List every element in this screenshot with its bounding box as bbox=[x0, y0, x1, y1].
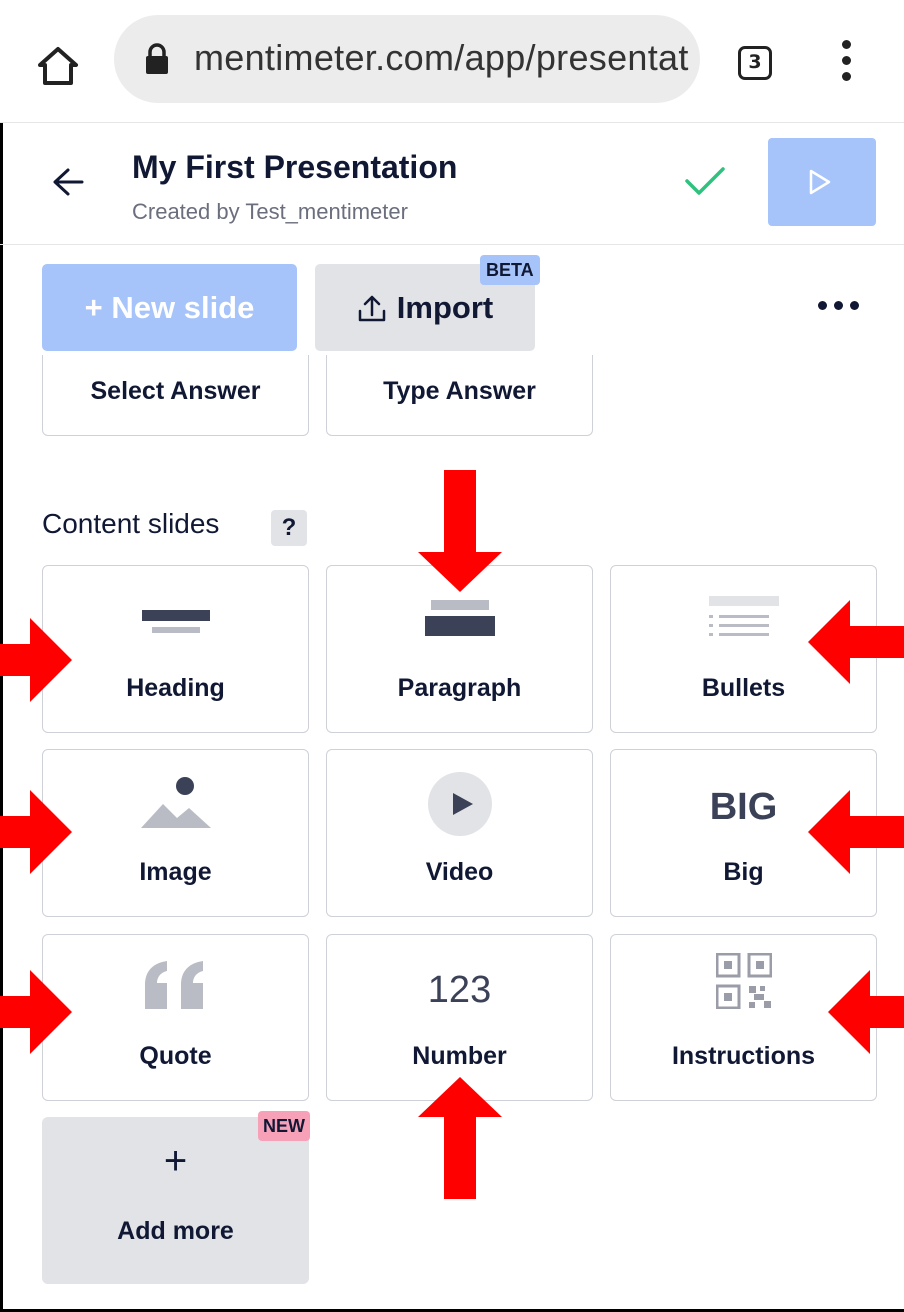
home-icon[interactable] bbox=[36, 44, 80, 88]
annotation-arrow-left-icon bbox=[828, 970, 904, 1054]
present-button[interactable] bbox=[768, 138, 876, 226]
tile-label: Paragraph bbox=[397, 674, 522, 702]
url-text: mentimeter.com/app/presentat bbox=[194, 37, 689, 78]
slide-type-select-answer[interactable]: Select Answer bbox=[42, 355, 309, 436]
slide-type-quote[interactable]: Quote bbox=[42, 934, 309, 1101]
qr-code-icon bbox=[715, 953, 772, 1009]
slide-type-type-answer[interactable]: Type Answer bbox=[326, 355, 593, 436]
beta-badge: BETA bbox=[480, 255, 540, 285]
annotation-arrow-left-icon bbox=[808, 600, 904, 684]
image-icon bbox=[140, 777, 211, 828]
back-arrow-icon[interactable] bbox=[52, 167, 84, 197]
tab-switcher-icon[interactable]: 3 bbox=[738, 46, 772, 80]
address-bar[interactable]: mentimeter.com/app/presentat bbox=[114, 15, 700, 103]
tile-label: Quote bbox=[139, 1042, 212, 1070]
annotation-arrow-left-icon bbox=[808, 790, 904, 874]
annotation-arrow-right-icon bbox=[0, 790, 72, 874]
browser-toolbar: mentimeter.com/app/presentat 3 bbox=[0, 0, 904, 123]
annotation-arrow-up-icon bbox=[418, 1077, 502, 1199]
tile-label: Video bbox=[425, 858, 494, 886]
content-slides-heading: Content slides bbox=[42, 508, 220, 539]
more-options-icon[interactable] bbox=[818, 295, 868, 315]
saved-check-icon bbox=[685, 167, 725, 195]
quote-icon bbox=[144, 961, 203, 1009]
plus-icon: + bbox=[163, 1139, 188, 1183]
tile-label: Number bbox=[412, 1042, 507, 1070]
presentation-creator: Created by Test_mentimeter bbox=[132, 199, 408, 224]
paragraph-icon bbox=[424, 600, 495, 636]
heading-icon bbox=[141, 610, 210, 633]
slide-type-video[interactable]: Video bbox=[326, 749, 593, 917]
play-icon bbox=[809, 169, 831, 195]
new-slide-button[interactable]: + New slide bbox=[42, 264, 297, 351]
number-icon: 123 bbox=[427, 969, 492, 1011]
browser-menu-icon[interactable] bbox=[838, 40, 854, 88]
bullets-icon bbox=[708, 596, 779, 636]
presentation-header: My First Presentation Created by Test_me… bbox=[0, 123, 904, 245]
tile-label: Type Answer bbox=[383, 377, 536, 405]
tile-label: Select Answer bbox=[90, 377, 261, 405]
annotation-arrow-right-icon bbox=[0, 618, 72, 702]
presentation-title[interactable]: My First Presentation bbox=[132, 149, 457, 186]
import-label: Import bbox=[396, 289, 494, 325]
tile-label: Heading bbox=[126, 674, 225, 702]
lock-icon bbox=[146, 43, 168, 74]
annotation-arrow-down-icon bbox=[418, 470, 502, 592]
upload-icon bbox=[358, 295, 386, 321]
add-more-button[interactable]: + Add more bbox=[42, 1117, 309, 1284]
new-badge: NEW bbox=[258, 1111, 310, 1141]
slide-type-image[interactable]: Image bbox=[42, 749, 309, 917]
help-icon[interactable]: ? bbox=[271, 510, 307, 546]
tile-label: Image bbox=[139, 858, 212, 886]
annotation-arrow-right-icon bbox=[0, 970, 72, 1054]
slide-type-heading[interactable]: Heading bbox=[42, 565, 309, 733]
tile-label: Add more bbox=[117, 1217, 234, 1245]
video-play-icon bbox=[427, 772, 492, 836]
